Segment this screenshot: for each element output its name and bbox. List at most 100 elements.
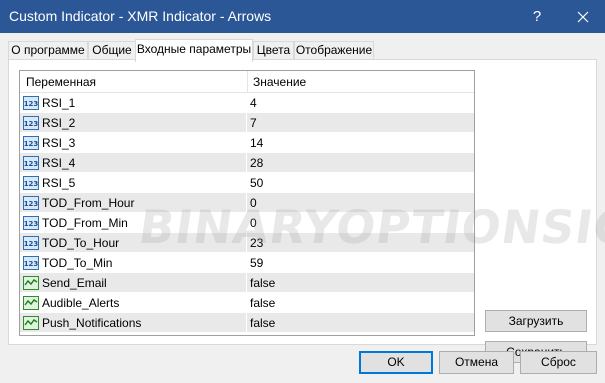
- svg-text:123: 123: [24, 160, 39, 168]
- variable-name: RSI_2: [42, 116, 76, 130]
- variable-value[interactable]: false: [250, 316, 275, 330]
- variable-name: RSI_1: [42, 96, 76, 110]
- variable-name: TOD_To_Hour: [42, 236, 120, 250]
- variable-cell: 123 RSI_4: [20, 153, 247, 173]
- tab-about[interactable]: О программе: [8, 41, 88, 60]
- value-cell[interactable]: 7: [247, 113, 474, 133]
- variable-cell: Audible_Alerts: [20, 293, 247, 313]
- variable-name: RSI_5: [42, 176, 76, 190]
- variable-value[interactable]: 7: [250, 116, 257, 130]
- tab-visualization[interactable]: Отображение: [294, 41, 374, 60]
- boolean-icon: [23, 276, 39, 290]
- integer-icon: 123: [23, 96, 39, 110]
- value-cell[interactable]: false: [247, 313, 474, 333]
- boolean-icon: [23, 316, 39, 330]
- table-row[interactable]: 123 TOD_From_Min 0: [20, 213, 474, 233]
- integer-icon: 123: [23, 116, 39, 130]
- variable-name: Audible_Alerts: [42, 296, 120, 310]
- integer-icon: 123: [23, 196, 39, 210]
- table-row[interactable]: 123 TOD_To_Min 59: [20, 253, 474, 273]
- value-cell[interactable]: 59: [247, 253, 474, 273]
- integer-icon: 123: [23, 176, 39, 190]
- variable-cell: 123 TOD_From_Min: [20, 213, 247, 233]
- integer-icon: 123: [23, 156, 39, 170]
- variable-name: Push_Notifications: [42, 316, 142, 330]
- variable-cell: 123 RSI_3: [20, 133, 247, 153]
- svg-text:123: 123: [24, 180, 39, 188]
- variable-name: TOD_To_Min: [42, 256, 113, 270]
- table-row[interactable]: Audible_Alerts false: [20, 293, 474, 313]
- header-value: Значение: [253, 75, 307, 89]
- variable-cell: Push_Notifications: [20, 313, 247, 333]
- boolean-icon: [23, 296, 39, 310]
- dialog-body: О программе Общие Входные параметры Цвет…: [0, 33, 605, 383]
- tab-common[interactable]: Общие: [88, 41, 136, 60]
- close-button[interactable]: [561, 0, 605, 33]
- variable-cell: 123 TOD_To_Min: [20, 253, 247, 273]
- header-variable: Переменная: [26, 75, 96, 89]
- variable-name: RSI_4: [42, 156, 76, 170]
- value-cell[interactable]: 28: [247, 153, 474, 173]
- table-row[interactable]: Push_Notifications false: [20, 313, 474, 333]
- variable-value[interactable]: 0: [250, 196, 257, 210]
- tab-inputs[interactable]: Входные параметры: [135, 39, 253, 62]
- svg-text:123: 123: [24, 260, 39, 268]
- svg-text:123: 123: [24, 140, 39, 148]
- integer-icon: 123: [23, 236, 39, 250]
- variable-value[interactable]: false: [250, 276, 275, 290]
- variable-value[interactable]: 14: [250, 136, 263, 150]
- close-icon: [577, 11, 589, 22]
- svg-text:123: 123: [24, 200, 39, 208]
- variable-cell: 123 RSI_1: [20, 93, 247, 113]
- load-button[interactable]: Загрузить: [485, 310, 587, 332]
- variable-value[interactable]: 59: [250, 256, 263, 270]
- reset-button[interactable]: Сброс: [520, 351, 597, 374]
- inputs-panel: Переменная Значение 123 RSI_1 4 123 RSI_2 7 12…: [8, 59, 605, 363]
- value-cell[interactable]: 0: [247, 193, 474, 213]
- table-row[interactable]: 123 RSI_3 14: [20, 133, 474, 153]
- variable-name: TOD_From_Hour: [42, 196, 135, 210]
- value-cell[interactable]: false: [247, 273, 474, 293]
- value-cell[interactable]: 4: [247, 93, 474, 113]
- variable-value[interactable]: 50: [250, 176, 263, 190]
- table-row[interactable]: 123 RSI_1 4: [20, 93, 474, 113]
- cancel-button[interactable]: Отмена: [439, 351, 514, 374]
- value-cell[interactable]: 23: [247, 233, 474, 253]
- variable-cell: Send_Email: [20, 273, 247, 293]
- table-header: Переменная Значение: [20, 71, 474, 93]
- title-bar: Custom Indicator - XMR Indicator - Arrow…: [0, 0, 605, 33]
- table-row[interactable]: 123 TOD_To_Hour 23: [20, 233, 474, 253]
- tab-colors[interactable]: Цвета: [253, 41, 294, 60]
- table-row[interactable]: 123 RSI_4 28: [20, 153, 474, 173]
- table-row[interactable]: 123 RSI_5 50: [20, 173, 474, 193]
- value-cell[interactable]: 50: [247, 173, 474, 193]
- column-divider[interactable]: [247, 71, 248, 93]
- ok-button[interactable]: OK: [359, 351, 433, 374]
- table-row[interactable]: 123 RSI_2 7: [20, 113, 474, 133]
- window-title: Custom Indicator - XMR Indicator - Arrow…: [9, 8, 272, 24]
- variable-value[interactable]: 4: [250, 96, 257, 110]
- variable-cell: 123 RSI_5: [20, 173, 247, 193]
- integer-icon: 123: [23, 256, 39, 270]
- variable-value[interactable]: 28: [250, 156, 263, 170]
- value-cell[interactable]: false: [247, 293, 474, 313]
- svg-text:123: 123: [24, 220, 39, 228]
- svg-text:123: 123: [24, 100, 39, 108]
- help-icon: ?: [532, 8, 542, 25]
- table-row[interactable]: Send_Email false: [20, 273, 474, 293]
- variable-cell: 123 TOD_To_Hour: [20, 233, 247, 253]
- variable-value[interactable]: 23: [250, 236, 263, 250]
- table-row[interactable]: 123 TOD_From_Hour 0: [20, 193, 474, 213]
- variable-value[interactable]: 0: [250, 216, 257, 230]
- variable-name: TOD_From_Min: [42, 216, 128, 230]
- value-cell[interactable]: 0: [247, 213, 474, 233]
- svg-text:123: 123: [24, 240, 39, 248]
- svg-text:123: 123: [24, 120, 39, 128]
- variable-name: Send_Email: [42, 276, 107, 290]
- variable-value[interactable]: false: [250, 296, 275, 310]
- integer-icon: 123: [23, 136, 39, 150]
- integer-icon: 123: [23, 216, 39, 230]
- help-button[interactable]: ?: [519, 0, 555, 33]
- variable-cell: 123 TOD_From_Hour: [20, 193, 247, 213]
- value-cell[interactable]: 14: [247, 133, 474, 153]
